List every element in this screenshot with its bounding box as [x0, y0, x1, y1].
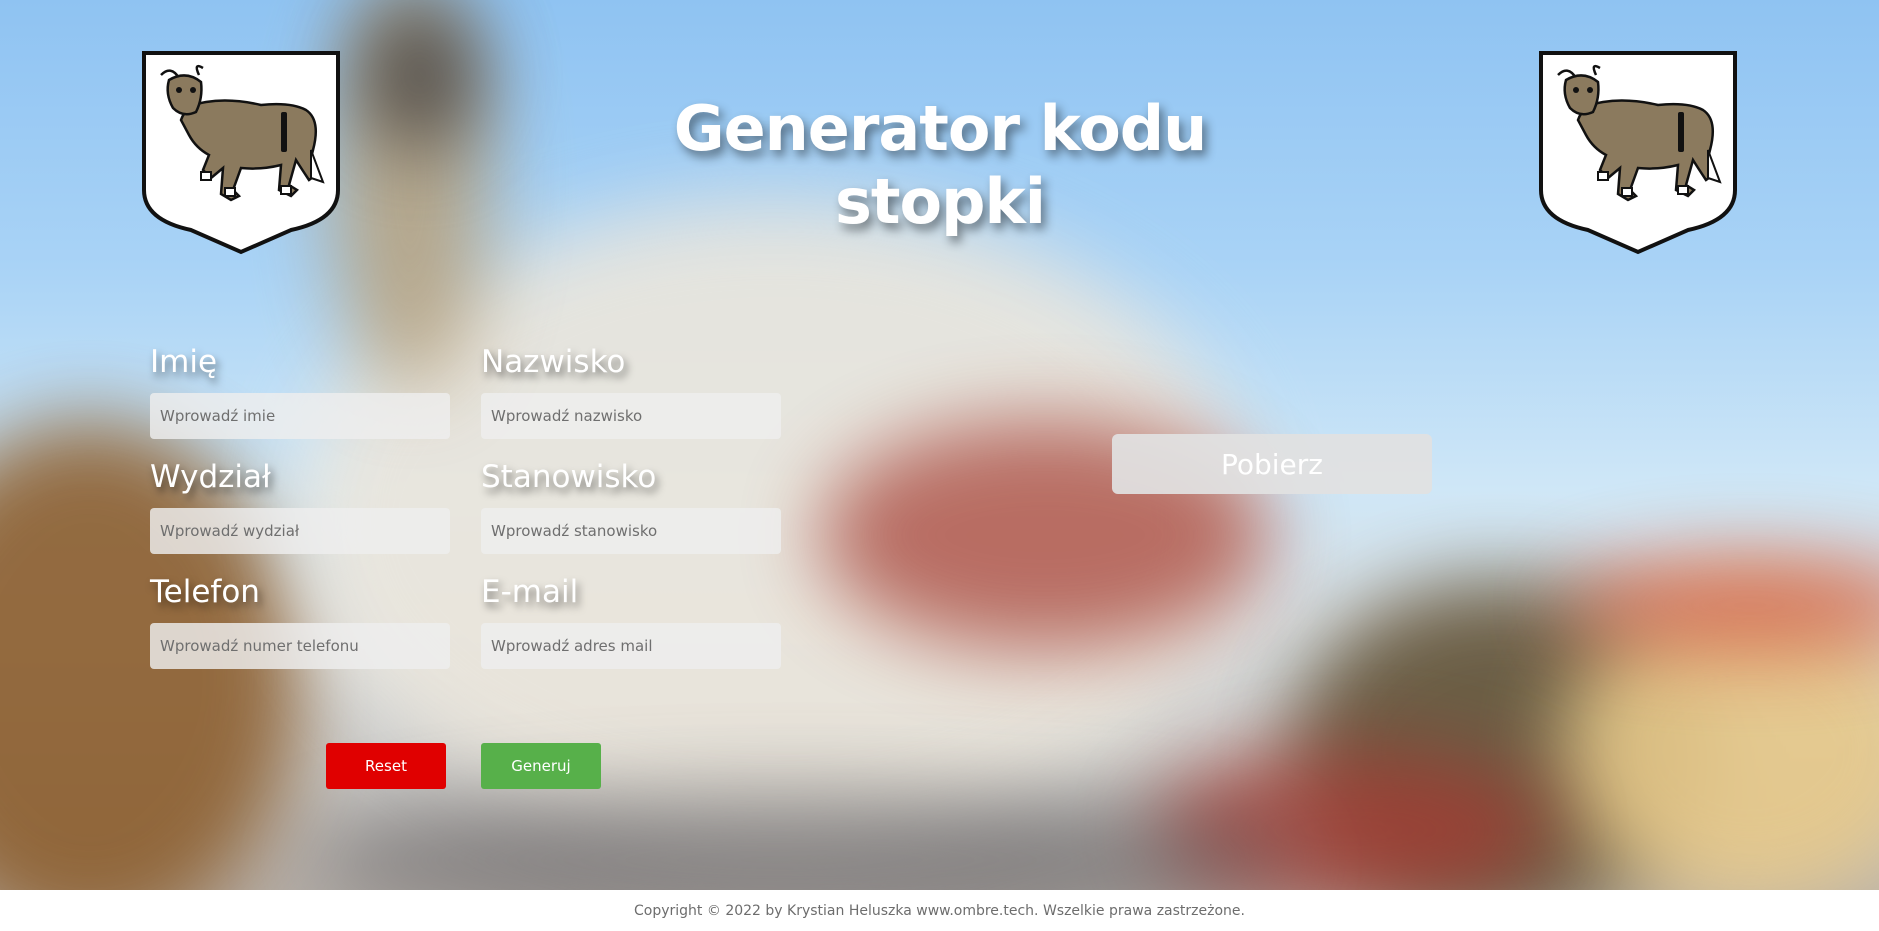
last-name-input[interactable] [481, 393, 781, 439]
position-label: Stanowisko [481, 459, 657, 495]
department-input[interactable] [150, 508, 450, 554]
copyright-text: Copyright © 2022 by Krystian Heluszka ww… [634, 902, 1245, 919]
bull-coat-of-arms-icon [141, 50, 341, 255]
phone-input[interactable] [150, 623, 450, 669]
page-title: Generator kodu stopki [673, 92, 1208, 238]
footer: Copyright © 2022 by Krystian Heluszka ww… [0, 890, 1879, 931]
department-label: Wydział [150, 459, 271, 495]
email-label: E-mail [481, 574, 579, 610]
last-name-label: Nazwisko [481, 344, 626, 380]
phone-label: Telefon [150, 574, 260, 610]
email-input[interactable] [481, 623, 781, 669]
bull-coat-of-arms-icon [1538, 50, 1738, 255]
download-button[interactable]: Pobierz [1112, 434, 1432, 494]
reset-button[interactable]: Reset [326, 743, 446, 789]
generate-button[interactable]: Generuj [481, 743, 601, 789]
first-name-label: Imię [150, 344, 218, 380]
first-name-input[interactable] [150, 393, 450, 439]
position-input[interactable] [481, 508, 781, 554]
